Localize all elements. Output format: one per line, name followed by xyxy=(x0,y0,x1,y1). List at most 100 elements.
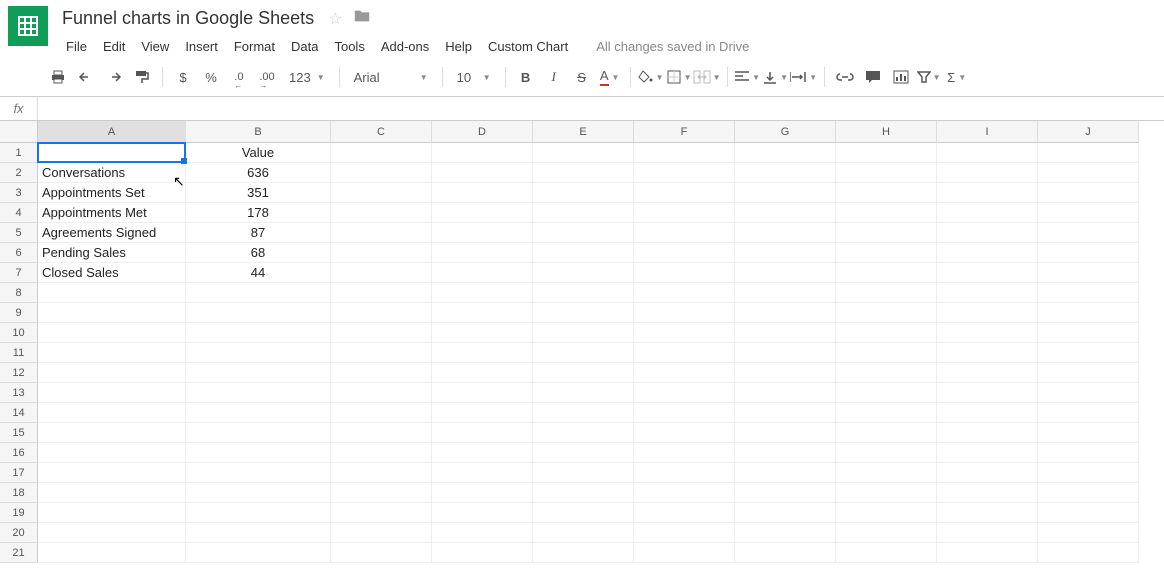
filter-button[interactable]: ▼ xyxy=(915,64,943,90)
row-header-7[interactable]: 7 xyxy=(0,263,38,283)
menu-edit[interactable]: Edit xyxy=(95,35,133,58)
cell-j1[interactable] xyxy=(1038,143,1139,163)
cell-b3[interactable]: 351 xyxy=(186,183,331,203)
decrease-decimal-button[interactable]: .0← xyxy=(225,64,253,90)
currency-button[interactable]: $ xyxy=(169,64,197,90)
h-align-button[interactable]: ▼ xyxy=(734,64,762,90)
menu-tools[interactable]: Tools xyxy=(326,35,372,58)
doc-title[interactable]: Funnel charts in Google Sheets xyxy=(58,6,318,31)
row-header-15[interactable]: 15 xyxy=(0,423,38,443)
row-header-16[interactable]: 16 xyxy=(0,443,38,463)
functions-button[interactable]: Σ▼ xyxy=(943,64,971,90)
cells-area[interactable]: ↖ Value Conversations636 Appointments Se… xyxy=(38,143,1139,563)
col-header-f[interactable]: F xyxy=(634,121,735,143)
cell-i1[interactable] xyxy=(937,143,1038,163)
row-header-3[interactable]: 3 xyxy=(0,183,38,203)
italic-button[interactable]: I xyxy=(540,64,568,90)
cell-a5[interactable]: Agreements Signed xyxy=(38,223,186,243)
row-header-13[interactable]: 13 xyxy=(0,383,38,403)
paint-icon xyxy=(134,69,150,85)
menu-insert[interactable]: Insert xyxy=(177,35,226,58)
col-header-g[interactable]: G xyxy=(735,121,836,143)
row-header-20[interactable]: 20 xyxy=(0,523,38,543)
menu-file[interactable]: File xyxy=(58,35,95,58)
menu-data[interactable]: Data xyxy=(283,35,326,58)
strikethrough-button[interactable]: S xyxy=(568,64,596,90)
font-size-select[interactable]: 10▼ xyxy=(449,64,499,90)
row-header-12[interactable]: 12 xyxy=(0,363,38,383)
col-header-d[interactable]: D xyxy=(432,121,533,143)
col-header-a[interactable]: A xyxy=(38,121,186,143)
menu-format[interactable]: Format xyxy=(226,35,283,58)
sheets-logo[interactable] xyxy=(8,6,48,46)
paint-format-button[interactable] xyxy=(128,64,156,90)
chart-button[interactable] xyxy=(887,64,915,90)
cell-g1[interactable] xyxy=(735,143,836,163)
col-header-j[interactable]: J xyxy=(1038,121,1139,143)
cell-e1[interactable] xyxy=(533,143,634,163)
col-header-b[interactable]: B xyxy=(186,121,331,143)
row-header-1[interactable]: 1 xyxy=(0,143,38,163)
borders-button[interactable]: ▼ xyxy=(665,64,693,90)
row-header-14[interactable]: 14 xyxy=(0,403,38,423)
cell-b2[interactable]: 636 xyxy=(186,163,331,183)
row-header-6[interactable]: 6 xyxy=(0,243,38,263)
link-button[interactable] xyxy=(831,64,859,90)
menu-addons[interactable]: Add-ons xyxy=(373,35,437,58)
cell-c1[interactable] xyxy=(331,143,432,163)
increase-decimal-button[interactable]: .00→ xyxy=(253,64,281,90)
col-header-c[interactable]: C xyxy=(331,121,432,143)
col-header-h[interactable]: H xyxy=(836,121,937,143)
cell-a4[interactable]: Appointments Met xyxy=(38,203,186,223)
cell-b4[interactable]: 178 xyxy=(186,203,331,223)
row-header-8[interactable]: 8 xyxy=(0,283,38,303)
doc-area: Funnel charts in Google Sheets ☆ File Ed… xyxy=(58,6,1156,58)
cell-h1[interactable] xyxy=(836,143,937,163)
row-header-10[interactable]: 10 xyxy=(0,323,38,343)
star-icon[interactable]: ☆ xyxy=(328,9,342,29)
col-header-e[interactable]: E xyxy=(533,121,634,143)
cell-a2[interactable]: Conversations xyxy=(38,163,186,183)
row-header-9[interactable]: 9 xyxy=(0,303,38,323)
cell-d1[interactable] xyxy=(432,143,533,163)
cell-b7[interactable]: 44 xyxy=(186,263,331,283)
row-header-18[interactable]: 18 xyxy=(0,483,38,503)
font-select[interactable]: Arial▼ xyxy=(346,64,436,90)
bold-button[interactable]: B xyxy=(512,64,540,90)
row-header-5[interactable]: 5 xyxy=(0,223,38,243)
text-color-button[interactable]: A▼ xyxy=(596,64,624,90)
cell-a1[interactable] xyxy=(38,143,186,163)
save-status: All changes saved in Drive xyxy=(596,39,749,54)
print-button[interactable] xyxy=(44,64,72,90)
menu-view[interactable]: View xyxy=(133,35,177,58)
cell-b1[interactable]: Value xyxy=(186,143,331,163)
cell-f1[interactable] xyxy=(634,143,735,163)
merge-cells-button[interactable]: ▼ xyxy=(693,64,721,90)
cell-a7[interactable]: Closed Sales xyxy=(38,263,186,283)
row-header-4[interactable]: 4 xyxy=(0,203,38,223)
row-header-17[interactable]: 17 xyxy=(0,463,38,483)
select-all-corner[interactable] xyxy=(0,121,38,143)
row-header-21[interactable]: 21 xyxy=(0,543,38,563)
cell-b6[interactable]: 68 xyxy=(186,243,331,263)
formula-input[interactable] xyxy=(38,97,1164,120)
row-header-2[interactable]: 2 xyxy=(0,163,38,183)
menu-help[interactable]: Help xyxy=(437,35,480,58)
menu-custom-chart[interactable]: Custom Chart xyxy=(480,35,576,58)
fx-label: fx xyxy=(0,97,38,120)
row-header-11[interactable]: 11 xyxy=(0,343,38,363)
v-align-button[interactable]: ▼ xyxy=(762,64,790,90)
row-header-19[interactable]: 19 xyxy=(0,503,38,523)
cell-a3[interactable]: Appointments Set xyxy=(38,183,186,203)
redo-button[interactable] xyxy=(100,64,128,90)
folder-icon[interactable] xyxy=(353,8,371,29)
cell-a6[interactable]: Pending Sales xyxy=(38,243,186,263)
col-header-i[interactable]: I xyxy=(937,121,1038,143)
undo-button[interactable] xyxy=(72,64,100,90)
more-formats-button[interactable]: 123▼ xyxy=(281,64,333,90)
percent-button[interactable]: % xyxy=(197,64,225,90)
comment-button[interactable] xyxy=(859,64,887,90)
cell-b5[interactable]: 87 xyxy=(186,223,331,243)
fill-color-button[interactable]: ▼ xyxy=(637,64,665,90)
wrap-button[interactable]: ▼ xyxy=(790,64,818,90)
